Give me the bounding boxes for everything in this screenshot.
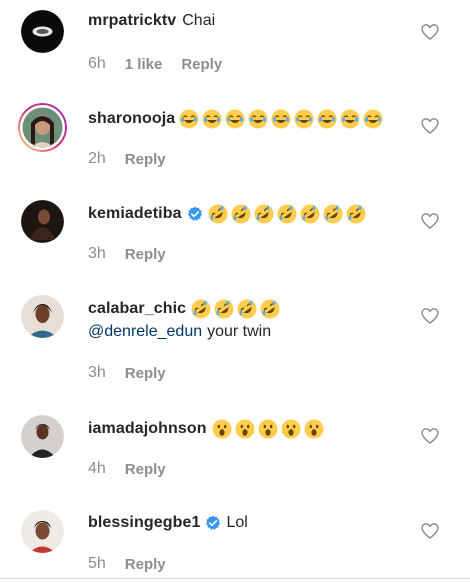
avatar[interactable] bbox=[21, 10, 64, 53]
emoji-row bbox=[179, 109, 386, 129]
heart-outline-icon[interactable] bbox=[420, 116, 440, 136]
comment-meta: 6h 1 like Reply bbox=[88, 55, 222, 73]
reply-button[interactable]: Reply bbox=[125, 151, 166, 168]
tears-of-joy-emoji-icon bbox=[271, 109, 291, 129]
rofl-emoji-icon bbox=[254, 204, 274, 224]
rofl-emoji-icon bbox=[300, 204, 320, 224]
comment-text: your twin bbox=[207, 323, 272, 340]
open-mouth-emoji-icon bbox=[212, 419, 232, 439]
avatar[interactable] bbox=[21, 510, 64, 553]
rofl-emoji-icon bbox=[231, 204, 251, 224]
rofl-emoji-icon bbox=[208, 204, 228, 224]
timestamp[interactable]: 3h bbox=[88, 364, 106, 382]
tears-of-joy-emoji-icon bbox=[363, 109, 383, 129]
open-mouth-emoji-icon bbox=[258, 419, 278, 439]
verified-badge-icon bbox=[205, 515, 221, 531]
reply-button[interactable]: Reply bbox=[125, 246, 166, 263]
comment-item: kemiadetiba 3h Reply bbox=[0, 190, 470, 285]
timestamp[interactable]: 6h bbox=[88, 55, 106, 73]
timestamp[interactable]: 4h bbox=[88, 460, 106, 478]
comment-line: blessingegbe1 Lol bbox=[88, 514, 248, 532]
username-link[interactable]: blessingegbe1 bbox=[88, 514, 200, 532]
username-link[interactable]: mrpatricktv bbox=[88, 12, 176, 30]
username-link[interactable]: iamadajohnson bbox=[88, 420, 207, 438]
reply-button[interactable]: Reply bbox=[125, 365, 166, 382]
avatar[interactable] bbox=[21, 295, 64, 338]
open-mouth-emoji-icon bbox=[235, 419, 255, 439]
comment-item: blessingegbe1 Lol 5h Reply bbox=[0, 500, 470, 578]
timestamp[interactable]: 2h bbox=[88, 150, 106, 168]
rofl-emoji-icon bbox=[346, 204, 366, 224]
avatar[interactable] bbox=[18, 103, 67, 152]
timestamp[interactable]: 5h bbox=[88, 555, 106, 573]
reply-button[interactable]: Reply bbox=[125, 556, 166, 573]
heart-outline-icon[interactable] bbox=[420, 22, 440, 42]
comment-meta: 3h Reply bbox=[88, 364, 166, 382]
verified-badge-icon bbox=[187, 206, 203, 222]
username-link[interactable]: calabar_chic bbox=[88, 300, 186, 318]
tears-of-joy-emoji-icon bbox=[225, 109, 245, 129]
likes-count[interactable]: 1 like bbox=[125, 56, 163, 73]
open-mouth-emoji-icon bbox=[281, 419, 301, 439]
comment-line: mrpatricktv Chai bbox=[88, 12, 215, 30]
username-link[interactable]: kemiadetiba bbox=[88, 205, 182, 223]
tears-of-joy-emoji-icon bbox=[179, 109, 199, 129]
heart-outline-icon[interactable] bbox=[420, 306, 440, 326]
rofl-emoji-icon bbox=[277, 204, 297, 224]
emoji-row bbox=[208, 204, 369, 224]
heart-outline-icon[interactable] bbox=[420, 211, 440, 231]
comment-text: Chai bbox=[182, 12, 216, 29]
tears-of-joy-emoji-icon bbox=[317, 109, 337, 129]
tears-of-joy-emoji-icon bbox=[202, 109, 222, 129]
comment-line-2: @denrele_edun your twin bbox=[88, 323, 271, 341]
rofl-emoji-icon bbox=[260, 299, 280, 319]
comment-meta: 5h Reply bbox=[88, 555, 166, 573]
rofl-emoji-icon bbox=[191, 299, 211, 319]
reply-button[interactable]: Reply bbox=[125, 461, 166, 478]
tears-of-joy-emoji-icon bbox=[248, 109, 268, 129]
comment-item: sharonooja 2h Reply bbox=[0, 95, 470, 190]
emoji-row bbox=[191, 299, 283, 319]
emoji-row bbox=[212, 419, 327, 439]
comment-line: kemiadetiba bbox=[88, 204, 369, 224]
avatar[interactable] bbox=[21, 415, 64, 458]
timestamp[interactable]: 3h bbox=[88, 245, 106, 263]
comment-text: Lol bbox=[226, 514, 248, 531]
open-mouth-emoji-icon bbox=[304, 419, 324, 439]
comment-item: calabar_chic @denrele_edun your twin 3h … bbox=[0, 285, 470, 405]
username-link[interactable]: sharonooja bbox=[88, 110, 175, 128]
comment-meta: 2h Reply bbox=[88, 150, 166, 168]
rofl-emoji-icon bbox=[237, 299, 257, 319]
comment-meta: 3h Reply bbox=[88, 245, 166, 263]
tears-of-joy-emoji-icon bbox=[294, 109, 314, 129]
rofl-emoji-icon bbox=[323, 204, 343, 224]
mention-link[interactable]: @denrele_edun bbox=[88, 323, 202, 341]
heart-outline-icon[interactable] bbox=[420, 521, 440, 541]
comment-item: mrpatricktv Chai 6h 1 like Reply bbox=[0, 0, 470, 95]
comment-line: iamadajohnson bbox=[88, 419, 327, 439]
comment-line: calabar_chic bbox=[88, 299, 283, 319]
reply-button[interactable]: Reply bbox=[181, 56, 222, 73]
divider bbox=[0, 578, 470, 579]
rofl-emoji-icon bbox=[214, 299, 234, 319]
comment-meta: 4h Reply bbox=[88, 460, 166, 478]
tears-of-joy-emoji-icon bbox=[340, 109, 360, 129]
comment-line: sharonooja bbox=[88, 109, 386, 129]
heart-outline-icon[interactable] bbox=[420, 426, 440, 446]
comment-item: iamadajohnson 4h Reply bbox=[0, 405, 470, 500]
avatar[interactable] bbox=[21, 200, 64, 243]
